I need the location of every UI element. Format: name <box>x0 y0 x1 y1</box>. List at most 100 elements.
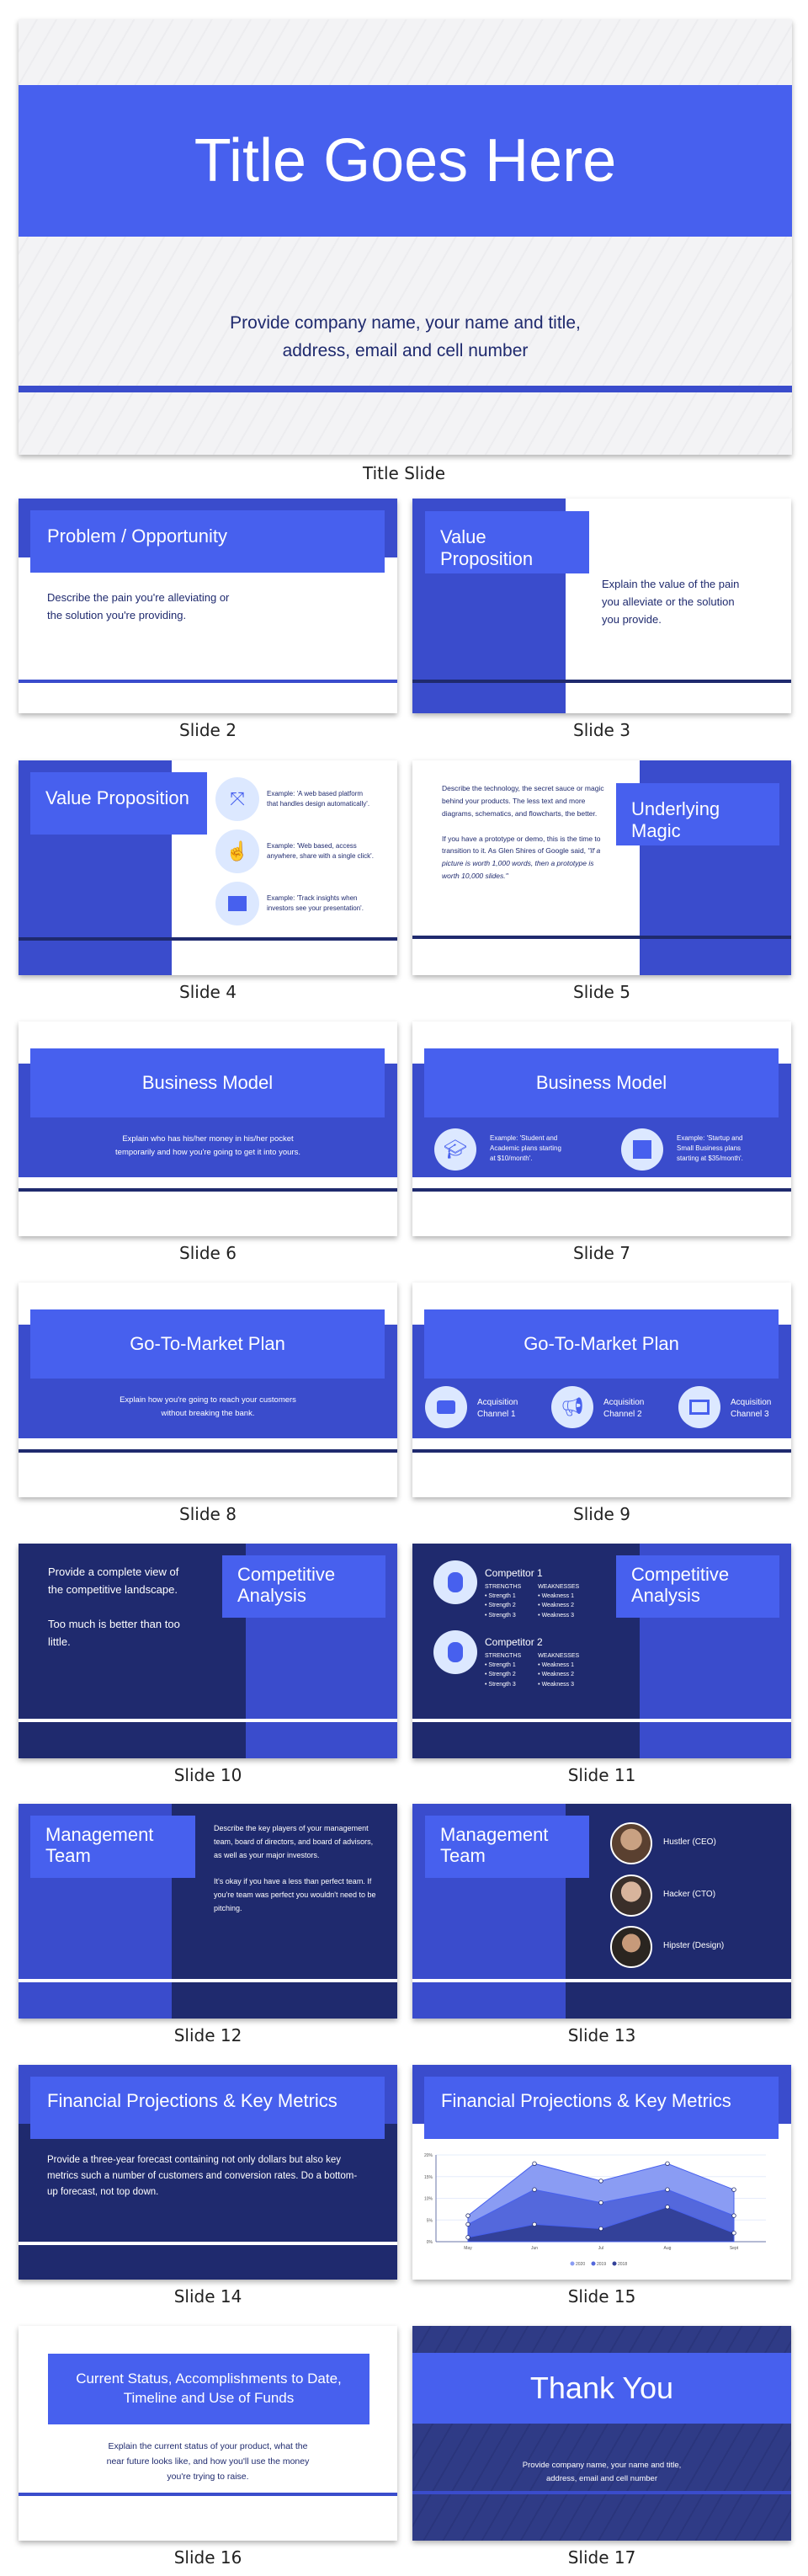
y-tick-label: 5% <box>427 2218 433 2223</box>
slide-title: Financial Projections & Key Metrics <box>47 2090 338 2111</box>
slide-label: Title Slide <box>362 463 446 483</box>
slide-10[interactable]: Competitive Analysis Provide a complete v… <box>19 1544 397 1758</box>
divider-line <box>412 1979 791 1982</box>
title-slide[interactable]: Title Goes Here Provide company name, yo… <box>19 19 792 455</box>
member-name: Hipster (Design) <box>663 1941 725 1950</box>
slide-body: Describe the technology, the secret sauc… <box>442 784 604 881</box>
divider-line <box>412 1188 791 1192</box>
data-point <box>731 2187 736 2192</box>
x-tick-label: Sept <box>730 2246 739 2251</box>
legend-label: 2018 <box>618 2262 627 2267</box>
slide-3[interactable]: Value Proposition Explain the value of t… <box>412 499 791 713</box>
slide-13[interactable]: Management Team Hustler (CEO) Hacker (CTO… <box>412 1804 791 2019</box>
x-tick-label: Jul <box>598 2246 603 2251</box>
boxing-glove-icon <box>433 1630 477 1674</box>
title-box: Value Proposition <box>30 772 207 835</box>
slide-label: Slide 12 <box>173 2025 242 2045</box>
slide-label: Slide 9 <box>573 1504 630 1524</box>
divider-line <box>19 1979 397 1982</box>
title-box: Current Status, Accomplishments to Date,… <box>48 2354 369 2424</box>
divider-line <box>412 1719 791 1722</box>
slide-label: Slide 17 <box>567 2547 636 2568</box>
slide-label: Slide 16 <box>173 2547 242 2568</box>
legend-label: 2019 <box>597 2262 606 2267</box>
slide-body: Provide a three-year forecast containing… <box>47 2155 358 2197</box>
monitor-icon <box>678 1386 720 1428</box>
slide-title: Underlying Magic <box>631 798 720 841</box>
slide-label: Slide 11 <box>567 1765 636 1785</box>
divider-line <box>19 1188 397 1192</box>
slide-label: Slide 7 <box>573 1243 630 1263</box>
divider-line <box>19 937 397 941</box>
slide-title: Problem / Opportunity <box>47 525 227 547</box>
slide-12[interactable]: Management Team Describe the key players … <box>19 1804 397 2019</box>
avatar <box>610 1822 652 1864</box>
data-point <box>665 2205 670 2210</box>
title-box: Business Model <box>30 1048 385 1117</box>
slide-15[interactable]: Financial Projections & Key Metrics 0% 5%… <box>412 2065 791 2280</box>
data-point <box>598 2226 603 2232</box>
title-box: Competitive Analysis <box>616 1555 779 1618</box>
title-band: Thank You <box>412 2353 791 2424</box>
competitor-block: Competitor 1 STRENGTHS • Strength 1 • Stre… <box>485 1567 580 1619</box>
divider-line <box>412 2491 791 2494</box>
title-box: Financial Projections & Key Metrics <box>424 2077 779 2139</box>
slide-title: Business Model <box>141 1072 274 1093</box>
slide-body: Describe the pain you're alleviating or t… <box>47 591 230 621</box>
slide-16[interactable]: Current Status, Accomplishments to Date,… <box>19 2326 397 2541</box>
slide-7[interactable]: Business Model 🎓︎ Example: 'Student and A… <box>412 1021 791 1236</box>
slide-2[interactable]: Problem / Opportunity Describe the pain … <box>19 499 397 713</box>
slide-body: Explain who has his/her money in his/her… <box>115 1134 300 1157</box>
divider-line <box>19 1719 397 1722</box>
title-box: Financial Projections & Key Metrics <box>30 2077 385 2139</box>
slide-9[interactable]: Go-To-Market Plan Acquisition Channel 1 📢… <box>412 1283 791 1497</box>
y-tick-label: 15% <box>424 2175 433 2180</box>
slide-title: Go-To-Market Plan <box>130 1333 285 1354</box>
slide-title: Go-To-Market Plan <box>524 1333 679 1354</box>
data-point <box>665 2161 670 2166</box>
data-point <box>532 2187 537 2192</box>
slide-4[interactable]: Value Proposition ⤧ Example: 'A web base… <box>19 760 397 975</box>
divider-line <box>412 680 791 683</box>
slide-label: Slide 14 <box>173 2286 242 2307</box>
data-point <box>465 2221 470 2227</box>
slide-6[interactable]: Business Model Explain who has his/her m… <box>19 1021 397 1236</box>
title-box: Go-To-Market Plan <box>424 1309 779 1379</box>
divider-line <box>19 2242 397 2245</box>
title-box: Competitive Analysis <box>222 1555 385 1618</box>
slide-title: Value Proposition <box>440 526 534 569</box>
slide-14[interactable]: Financial Projections & Key Metrics Prov… <box>19 2065 397 2280</box>
member-name: Hacker (CTO) <box>663 1890 716 1899</box>
slide-8[interactable]: Go-To-Market Plan Explain how you're goi… <box>19 1283 397 1497</box>
slide-title: Value Proposition <box>45 787 189 808</box>
legend-label: 2020 <box>576 2262 585 2267</box>
chat-bubble-icon <box>425 1386 467 1428</box>
slide-label: Slide 10 <box>173 1765 242 1785</box>
avatar <box>610 1875 652 1917</box>
expand-arrows-icon: ⤧ <box>215 777 259 821</box>
slide-body: Explain the current status of your produ… <box>106 2441 310 2482</box>
data-point <box>665 2187 670 2192</box>
slide-5[interactable]: Underlying Magic Describe the technology… <box>412 760 791 975</box>
slide-17[interactable]: Thank You Provide company name, your nam… <box>412 2326 791 2541</box>
slide-11[interactable]: Competitive Analysis Competitor 1 STRENGT… <box>412 1544 791 1758</box>
slide-title: Business Model <box>535 1072 667 1093</box>
title-box: Problem / Opportunity <box>30 510 385 573</box>
data-point <box>731 2230 736 2236</box>
data-point <box>465 2213 470 2218</box>
data-point <box>598 2200 603 2205</box>
slide-title: Competitive <box>237 1564 336 1585</box>
slide-label: Slide 4 <box>179 982 237 1002</box>
storefront-icon <box>621 1128 663 1171</box>
divider-line <box>19 2493 397 2496</box>
slide-label: Slide 8 <box>179 1504 237 1524</box>
y-tick-label: 0% <box>427 2240 433 2245</box>
member-name: Hustler (CEO) <box>663 1837 716 1847</box>
title-box: Management Team <box>30 1816 195 1878</box>
slide-label: Slide 6 <box>179 1243 237 1263</box>
legend-marker <box>570 2261 575 2266</box>
slide-label: Slide 15 <box>567 2286 636 2307</box>
slide-body: Provide company name, your name and titl… <box>522 2461 682 2483</box>
competitor-block: Competitor 2 STRENGTHS • Strength 1 • Stre… <box>485 1636 580 1688</box>
x-tick-label: Jun <box>531 2246 538 2251</box>
